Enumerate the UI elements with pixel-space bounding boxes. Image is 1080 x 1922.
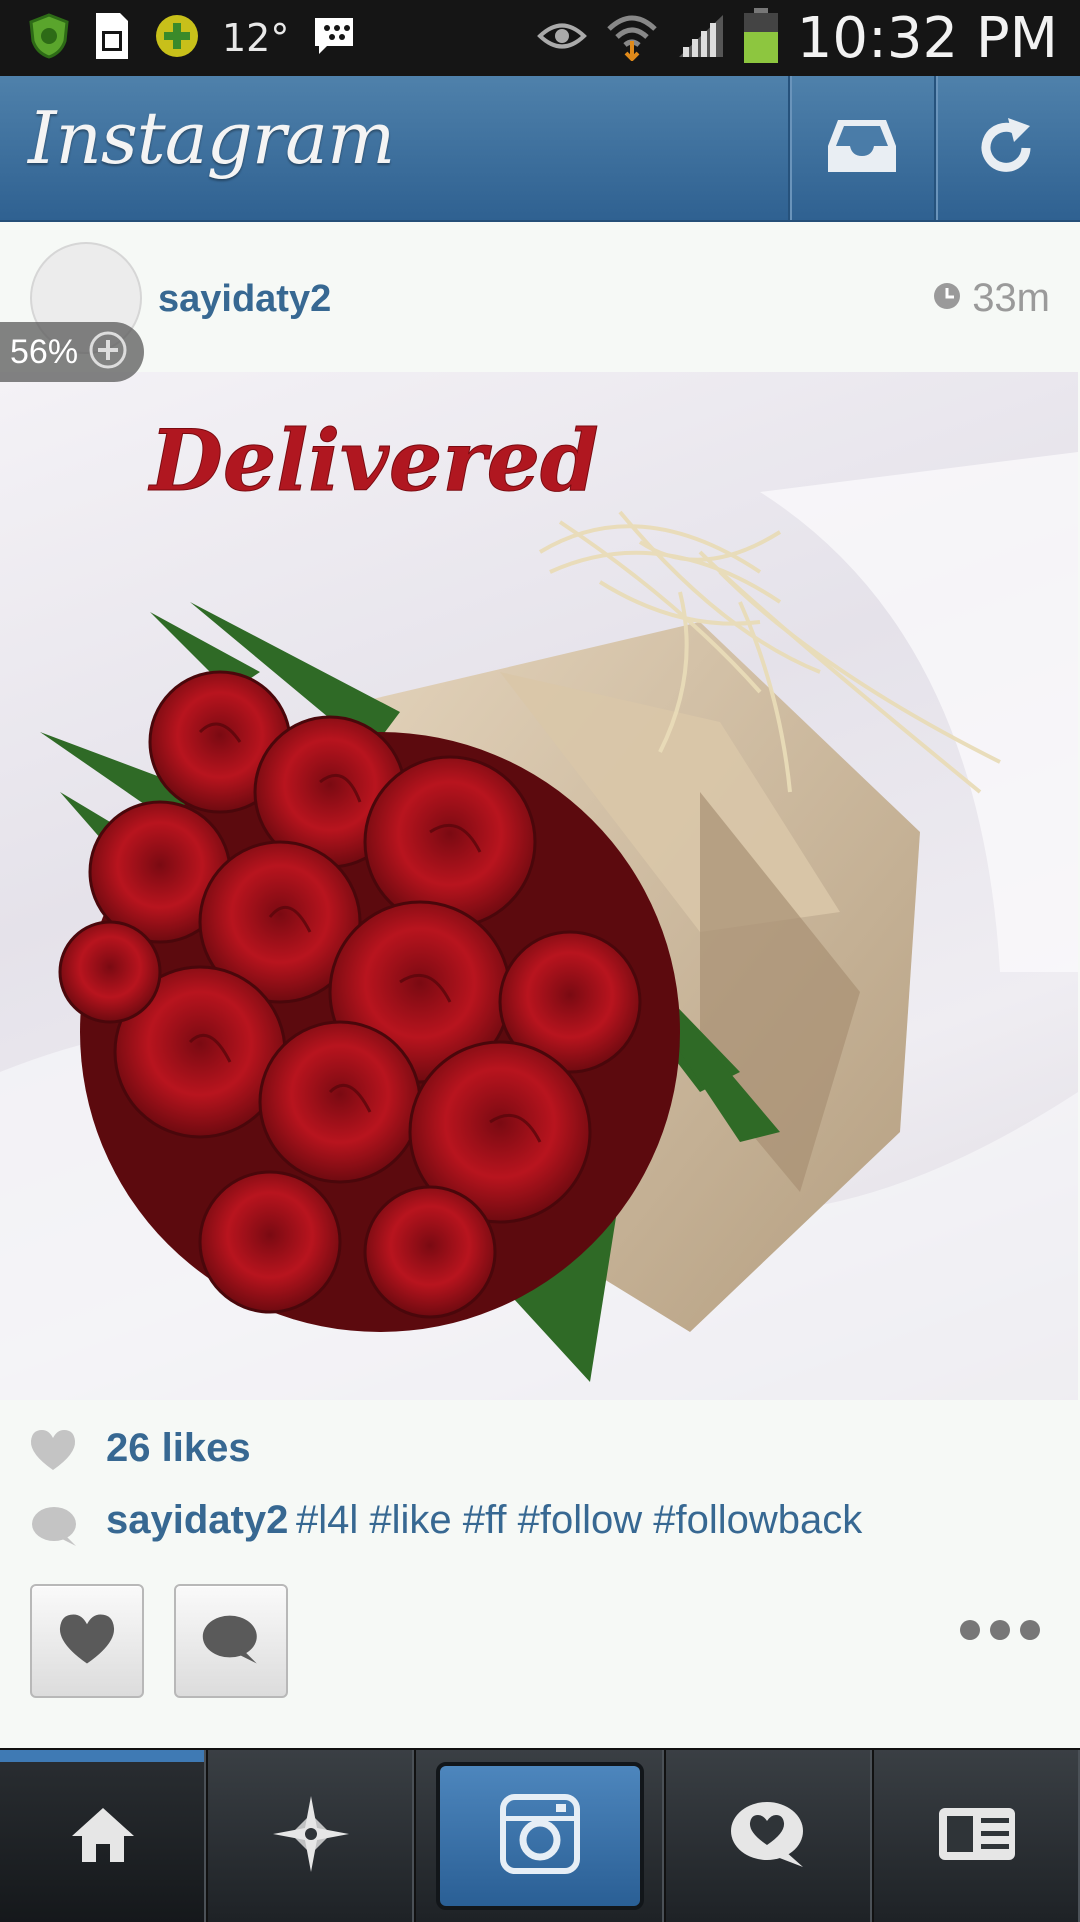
profile-card-icon [937, 1806, 1017, 1867]
active-tab-indicator [0, 1750, 204, 1762]
temperature: 12° [222, 16, 290, 60]
zoom-level: 56% [10, 332, 79, 371]
post-header: sayidaty2 33m [0, 222, 1080, 372]
likes-count[interactable]: 26 likes [106, 1426, 251, 1471]
comment-bubble-icon [30, 1504, 80, 1553]
app-header: Instagram [0, 76, 1080, 222]
more-icon-dot [1020, 1620, 1040, 1640]
heart-bubble-icon [727, 1799, 811, 1874]
bottom-nav [0, 1748, 1080, 1922]
likes-row: 26 likes [0, 1420, 1080, 1480]
inbox-icon [826, 118, 898, 179]
post-photo[interactable]: Delivered [0, 372, 1078, 1400]
inbox-button[interactable] [788, 76, 934, 220]
caption-row: sayidaty2 #l4l #like #ff #follow #follow… [0, 1494, 1080, 1554]
shield-app-icon [28, 12, 70, 64]
bbm-icon [311, 14, 357, 63]
comment-button[interactable] [174, 1584, 288, 1698]
app-logo: Instagram [28, 96, 395, 180]
caption-username[interactable]: sayidaty2 [106, 1498, 288, 1543]
camera-button[interactable] [436, 1762, 644, 1910]
clock-icon [932, 281, 962, 316]
sim-card-icon [92, 11, 132, 66]
eye-icon [536, 19, 587, 58]
caption-hashtags[interactable]: #l4l #like #ff #follow #followback [296, 1498, 862, 1543]
comment-icon [200, 1612, 262, 1671]
nav-news[interactable] [666, 1750, 874, 1922]
battery-icon [743, 7, 779, 69]
like-button[interactable] [30, 1584, 144, 1698]
nav-explore[interactable] [208, 1750, 416, 1922]
status-bar: 12° 10:32 PM [0, 0, 1080, 76]
heart-icon [28, 1428, 78, 1477]
more-icon-dot [990, 1620, 1010, 1640]
more-icon-dot [960, 1620, 980, 1640]
signal-icon [677, 13, 725, 64]
post-time: 33m [932, 276, 1050, 321]
plus-circle-icon [154, 13, 200, 64]
clock: 10:32 PM [796, 5, 1058, 71]
nav-profile[interactable] [874, 1750, 1080, 1922]
time-ago: 33m [972, 276, 1050, 320]
camera-icon [500, 1793, 580, 1879]
explore-icon [271, 1794, 351, 1879]
zoom-indicator[interactable]: 56% [0, 322, 144, 382]
post-username[interactable]: sayidaty2 [158, 278, 331, 321]
wifi-icon [605, 11, 659, 66]
photo-caption-text: Delivered [148, 411, 599, 510]
zoom-in-icon [88, 330, 128, 375]
refresh-button[interactable] [934, 76, 1080, 220]
refresh-icon [978, 116, 1038, 181]
nav-home[interactable] [0, 1750, 208, 1922]
nav-camera[interactable] [416, 1750, 666, 1922]
more-button[interactable] [960, 1620, 1040, 1640]
heart-icon [56, 1612, 118, 1671]
home-icon [68, 1804, 138, 1869]
